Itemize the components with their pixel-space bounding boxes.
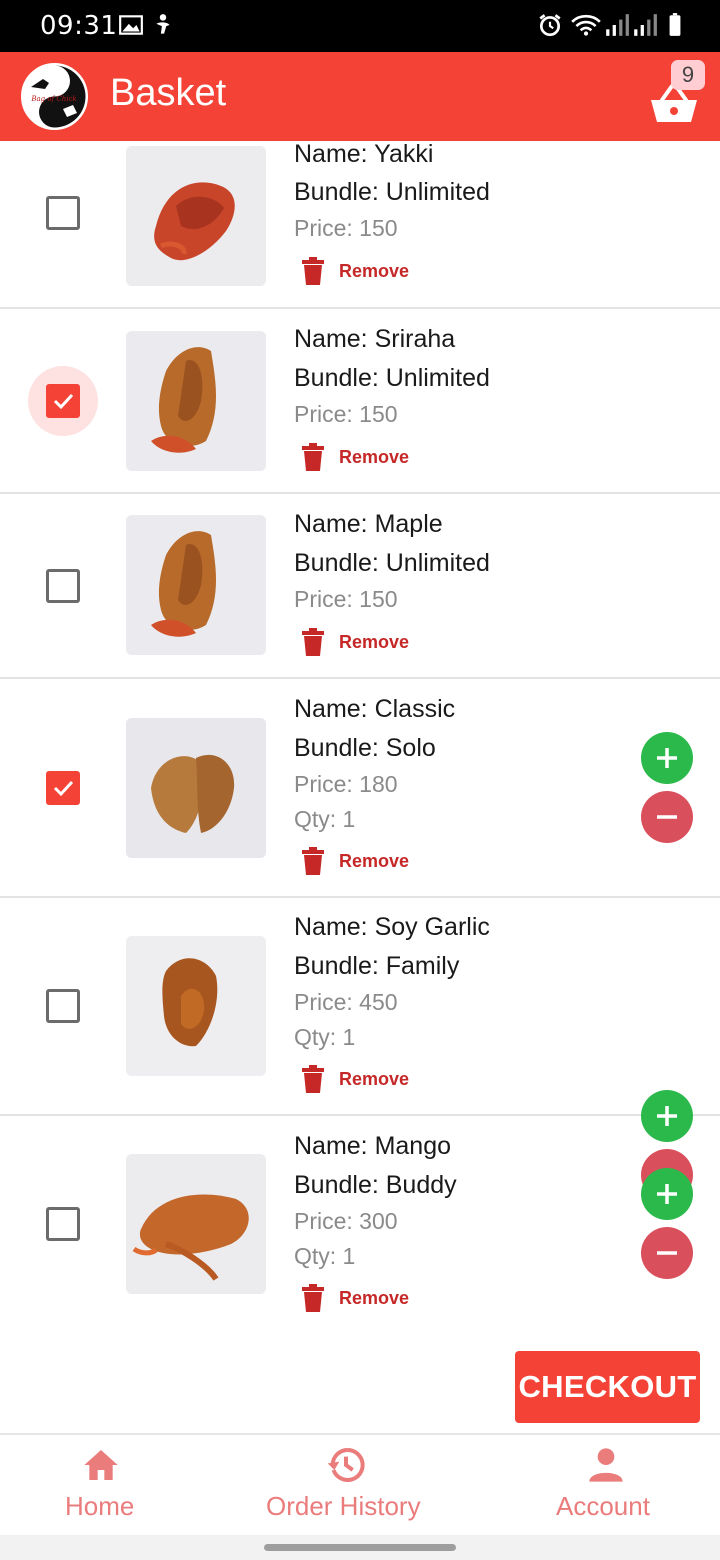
minus-icon [657, 815, 677, 819]
status-bar: 09:31 [0, 0, 720, 52]
item-bundle: Bundle: Buddy [294, 1171, 457, 1199]
item-checkbox[interactable] [28, 551, 98, 621]
accessibility-icon [156, 14, 170, 34]
list-item: Name: Maple Bundle: Unlimited Price: 150… [0, 494, 720, 679]
remove-button[interactable]: Remove [302, 1064, 409, 1094]
nav-account-label: Account [556, 1491, 650, 1521]
bottom-nav: Home Order History Account [0, 1433, 720, 1535]
item-checkbox[interactable] [28, 366, 98, 436]
decrease-qty-button[interactable] [641, 791, 693, 843]
trash-icon [302, 257, 324, 285]
item-bundle: Bundle: Unlimited [294, 364, 490, 392]
home-icon [84, 1450, 118, 1480]
item-qty: Qty: 1 [294, 1243, 356, 1269]
item-bundle: Bundle: Family [294, 952, 460, 980]
item-checkbox[interactable] [28, 178, 98, 248]
item-bundle: Bundle: Unlimited [294, 178, 490, 206]
item-name: Name: Mango [294, 1132, 452, 1160]
app-bar: Bag of Chick Basket 9 [0, 52, 720, 141]
page-title: Basket [110, 72, 227, 114]
trash-icon [302, 1284, 324, 1312]
remove-button[interactable]: Remove [302, 256, 409, 286]
item-price: Price: 450 [294, 989, 398, 1015]
trash-icon [302, 847, 324, 875]
trash-icon [302, 443, 324, 471]
minus-icon [657, 1251, 677, 1255]
remove-button[interactable]: Remove [302, 627, 409, 657]
list-item: Name: Soy Garlic Bundle: Family Price: 4… [0, 898, 720, 1201]
nav-account[interactable]: Account [550, 1435, 662, 1535]
image-icon [119, 15, 143, 35]
plus-icon [657, 748, 677, 768]
check-icon [53, 780, 74, 797]
item-bundle: Bundle: Unlimited [294, 549, 490, 577]
svg-text:Bag of Chick: Bag of Chick [30, 95, 76, 103]
item-price: Price: 300 [294, 1208, 398, 1234]
food-image [126, 718, 266, 858]
nav-home-label: Home [65, 1491, 135, 1521]
logo: Bag of Chick [21, 63, 88, 130]
nav-order-history[interactable]: Order History [262, 1435, 432, 1535]
remove-button[interactable]: Remove [302, 442, 409, 472]
item-checkbox[interactable] [28, 753, 98, 823]
check-icon [53, 393, 74, 410]
list-item: Name: Yakki Bundle: Unlimited Price: 150… [0, 139, 720, 309]
item-price: Price: 150 [294, 401, 398, 427]
person-icon [589, 1448, 623, 1482]
checkout-button[interactable]: CHECKOUT [515, 1351, 700, 1423]
item-name: Name: Soy Garlic [294, 913, 490, 941]
increase-qty-button[interactable] [641, 732, 693, 784]
decrease-qty-button[interactable] [641, 1227, 693, 1279]
remove-button[interactable]: Remove [302, 846, 409, 876]
list-item: Name: Sriraha Bundle: Unlimited Price: 1… [0, 309, 720, 494]
home-gesture-handle[interactable] [264, 1544, 456, 1551]
food-image [126, 331, 266, 471]
basket-screen: 09:31 Bag of Chick Basket 9 Name: Yakki … [0, 0, 720, 1560]
increase-qty-button[interactable] [641, 1168, 693, 1220]
item-name: Name: Sriraha [294, 325, 456, 353]
food-image [126, 146, 266, 286]
item-qty: Qty: 1 [294, 806, 356, 832]
basket-count-badge: 9 [671, 60, 705, 90]
remove-button[interactable]: Remove [302, 1283, 409, 1313]
item-qty: Qty: 1 [294, 1024, 356, 1050]
wifi-icon [571, 14, 601, 36]
food-image [126, 936, 266, 1076]
item-price: Price: 180 [294, 771, 398, 797]
item-price: Price: 150 [294, 586, 398, 612]
item-bundle: Bundle: Solo [294, 734, 436, 762]
list-item: Name: Classic Bundle: Solo Price: 180 Qt… [0, 679, 720, 898]
item-name: Name: Yakki [294, 140, 434, 168]
item-name: Name: Classic [294, 695, 456, 723]
signal-icon [634, 14, 657, 36]
nav-home[interactable]: Home [50, 1435, 152, 1535]
list-item: Name: Mango Bundle: Buddy Price: 300 Qty… [0, 1116, 720, 1335]
alarm-icon [539, 14, 561, 37]
nav-order-history-label: Order History [266, 1491, 421, 1521]
history-icon [327, 1448, 365, 1482]
item-checkbox[interactable] [28, 971, 98, 1041]
plus-icon [657, 1184, 677, 1204]
food-image [126, 515, 266, 655]
battery-icon [669, 13, 681, 36]
signal-icon [606, 14, 629, 36]
item-checkbox[interactable] [28, 1189, 98, 1259]
food-image [126, 1154, 266, 1294]
trash-icon [302, 1065, 324, 1093]
trash-icon [302, 628, 324, 656]
item-price: Price: 150 [294, 215, 398, 241]
status-time: 09:31 [40, 11, 118, 41]
item-name: Name: Maple [294, 510, 443, 538]
